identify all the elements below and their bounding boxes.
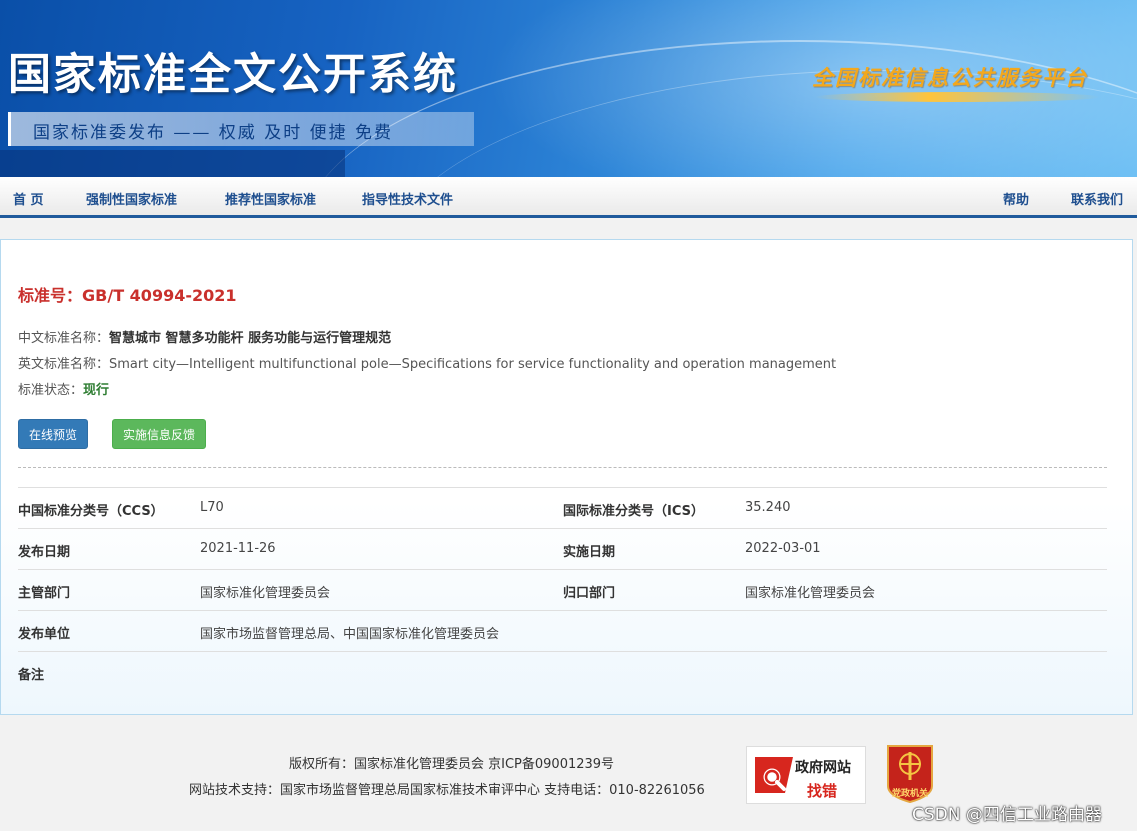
footer-support: 网站技术支持：国家市场监督管理总局国家标准技术审评中心 支持电话：010-822… — [189, 783, 705, 798]
site-title: 国家标准全文公开系统 — [8, 50, 458, 100]
implementation-feedback-button[interactable]: 实施信息反馈 — [112, 419, 206, 449]
ics-label: 国际标准分类号（ICS） — [563, 504, 704, 519]
detail-table: 中国标准分类号（CCS） L70 国际标准分类号（ICS） 35.240 发布日… — [18, 487, 1107, 692]
online-preview-button[interactable]: 在线预览 — [18, 419, 88, 449]
cn-name-label: 中文标准名称： — [18, 331, 110, 346]
csdn-watermark: CSDN @四信工业路由器 — [912, 805, 1102, 825]
standard-number-value: GB/T 40994-2021 — [82, 286, 237, 305]
nav-item-help[interactable]: 帮助 — [1003, 189, 1029, 208]
publish-date-value: 2021-11-26 — [200, 541, 276, 556]
ics-value: 35.240 — [745, 500, 791, 515]
standard-detail-card: 标准号：GB/T 40994-2021 中文标准名称：智慧城市 智慧多功能杆 服… — [0, 239, 1133, 715]
table-row: 主管部门 国家标准化管理委员会 归口部门 国家标准化管理委员会 — [18, 569, 1107, 610]
table-row: 发布单位 国家市场监督管理总局、中国国家标准化管理委员会 — [18, 610, 1107, 651]
cn-name-line: 中文标准名称：智慧城市 智慧多功能杆 服务功能与运行管理规范 — [18, 327, 391, 346]
en-name-label: 英文标准名称： — [18, 357, 110, 372]
gov-badge-subtitle: 找错 — [807, 782, 838, 800]
centralized-dept-label: 归口部门 — [563, 586, 616, 601]
competent-dept-label: 主管部门 — [18, 586, 71, 601]
banner-shade — [0, 150, 345, 177]
status-value: 现行 — [83, 383, 110, 398]
table-row: 备注 — [18, 651, 1107, 692]
implement-date-label: 实施日期 — [563, 545, 616, 560]
competent-dept-value: 国家标准化管理委员会 — [200, 586, 331, 601]
issuer-label: 发布单位 — [18, 627, 71, 642]
gov-badge-title: 政府网站 — [795, 760, 851, 776]
site-banner: 国家标准全文公开系统 国家标准委发布 —— 权威 及时 便捷 免费 全国标准信息… — [0, 0, 1137, 177]
slogan: 国家标准委发布 —— 权威 及时 便捷 免费 — [33, 123, 394, 143]
main-nav: 首 页 强制性国家标准 推荐性国家标准 指导性技术文件 帮助 联系我们 — [0, 177, 1137, 218]
status-line: 标准状态：现行 — [18, 379, 109, 398]
standard-number: 标准号：GB/T 40994-2021 — [18, 282, 237, 306]
platform-name[interactable]: 全国标准信息公共服务平台 — [812, 62, 1088, 92]
party-organ-badge[interactable]: 党政机关 — [884, 744, 936, 804]
status-label: 标准状态： — [18, 383, 84, 398]
table-row: 发布日期 2021-11-26 实施日期 2022-03-01 — [18, 528, 1107, 569]
party-badge-label: 党政机关 — [891, 789, 928, 799]
gov-site-error-icon — [755, 757, 793, 793]
footer-copyright: 版权所有：国家标准化管理委员会 京ICP备09001239号 — [289, 757, 615, 772]
ccs-value: L70 — [200, 500, 224, 515]
centralized-dept-value: 国家标准化管理委员会 — [745, 586, 876, 601]
nav-item-guidance[interactable]: 指导性技术文件 — [362, 189, 453, 208]
standard-number-label: 标准号： — [18, 286, 83, 305]
en-name-line: 英文标准名称：Smart city—Intelligent multifunct… — [18, 353, 836, 372]
nav-item-contact[interactable]: 联系我们 — [1071, 189, 1123, 208]
en-name-value: Smart city—Intelligent multifunctional p… — [109, 357, 837, 372]
implement-date-value: 2022-03-01 — [745, 541, 821, 556]
issuer-value: 国家市场监督管理总局、中国国家标准化管理委员会 — [200, 627, 500, 642]
gov-site-error-badge[interactable]: 政府网站 找错 — [746, 746, 866, 804]
ccs-label: 中国标准分类号（CCS） — [18, 504, 164, 519]
dashed-divider — [18, 467, 1107, 468]
slogan-box: 国家标准委发布 —— 权威 及时 便捷 免费 — [8, 112, 474, 146]
cn-name-value: 智慧城市 智慧多功能杆 服务功能与运行管理规范 — [109, 331, 392, 346]
nav-item-recommended[interactable]: 推荐性国家标准 — [225, 189, 316, 208]
publish-date-label: 发布日期 — [18, 545, 71, 560]
platform-swoosh — [815, 92, 1100, 102]
table-row: 中国标准分类号（CCS） L70 国际标准分类号（ICS） 35.240 — [18, 487, 1107, 528]
nav-item-mandatory[interactable]: 强制性国家标准 — [86, 189, 177, 208]
remark-label: 备注 — [18, 668, 45, 683]
nav-item-home[interactable]: 首 页 — [13, 189, 44, 208]
